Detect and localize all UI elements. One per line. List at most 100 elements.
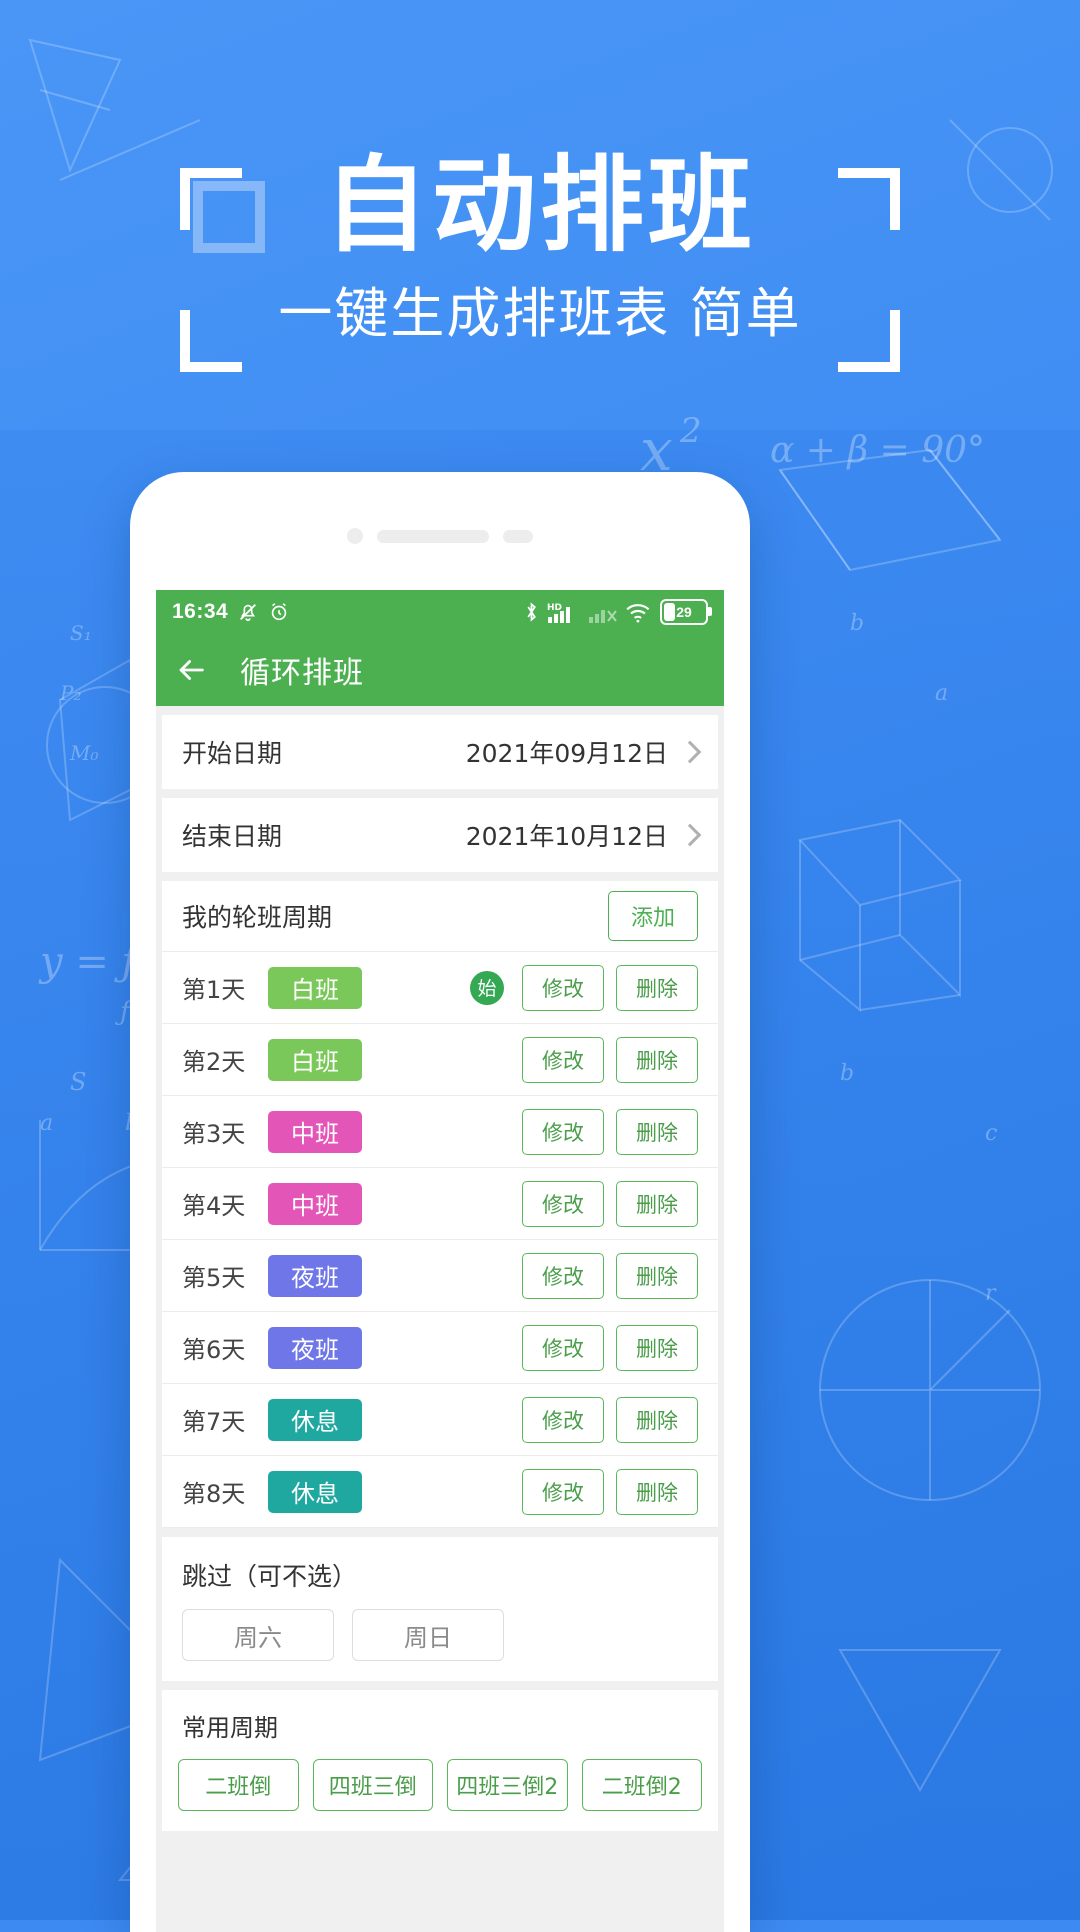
edit-button[interactable]: 修改 <box>522 1252 604 1299</box>
table-row: 第8天 休息 修改 删除 <box>162 1456 718 1528</box>
table-row: 第7天 休息 修改 删除 <box>162 1384 718 1456</box>
delete-button[interactable]: 删除 <box>616 1036 698 1083</box>
end-date-value: 2021年10月12日 <box>465 822 668 851</box>
row-actions: 修改 删除 <box>522 1468 698 1515</box>
row-actions: 修改 删除 <box>522 1324 698 1371</box>
svg-text:a: a <box>935 681 948 706</box>
back-arrow-icon[interactable] <box>174 653 208 687</box>
row-actions: 修改 删除 <box>522 1396 698 1443</box>
app-bar: 循环排班 <box>156 634 724 706</box>
table-row: 第6天 夜班 修改 删除 <box>162 1312 718 1384</box>
common-cycle-button[interactable]: 二班倒2 <box>581 1759 702 1811</box>
svg-text:M₀: M₀ <box>69 741 99 765</box>
edit-button[interactable]: 修改 <box>522 1180 604 1227</box>
cycle-card: 我的轮班周期 添加 第1天 白班始修改 删除 第2天 白班 修改 删除 第3天 中班 修改 删除 第4… <box>162 881 718 1528</box>
common-cycle-button[interactable]: 四班三倒2 <box>447 1759 568 1811</box>
delete-button[interactable]: 删除 <box>616 964 698 1011</box>
status-bar-left: 16:34 <box>172 600 290 624</box>
phone-screen: 16:34 HD 29 循环排班 开始日期 2021年09月12日 结束日期 2… <box>156 590 724 1932</box>
common-options: 二班倒 四班三倒 四班三倒2 二班倒2 <box>162 1743 718 1831</box>
end-date-row[interactable]: 结束日期 2021年10月12日 <box>162 798 718 872</box>
sensor-icon <box>503 529 533 543</box>
table-row: 第1天 白班 始修改 删除 <box>162 952 718 1024</box>
edit-button[interactable]: 修改 <box>522 1036 604 1083</box>
corner-bracket-top-right <box>838 168 900 230</box>
delete-button[interactable]: 删除 <box>616 1108 698 1155</box>
camera-icon <box>347 528 363 544</box>
shift-badge[interactable]: 夜班 <box>268 1326 362 1369</box>
shift-badge[interactable]: 白班 <box>268 966 362 1009</box>
hero-title: 自动排班 <box>323 144 756 266</box>
start-date-value: 2021年09月12日 <box>465 739 668 768</box>
battery-fill <box>664 603 675 621</box>
hd-signal-icon: HD <box>547 601 581 624</box>
shift-badge[interactable]: 休息 <box>268 1398 362 1441</box>
skip-card: 跳过（可不选） 周六 周日 <box>162 1537 718 1681</box>
skip-options: 周六 周日 <box>162 1597 718 1681</box>
common-title: 常用周期 <box>182 1714 278 1742</box>
cycle-title: 我的轮班周期 <box>182 903 333 932</box>
day-label: 第6天 <box>182 1336 246 1364</box>
end-date-card[interactable]: 结束日期 2021年10月12日 <box>162 798 718 872</box>
delete-button[interactable]: 删除 <box>616 1468 698 1515</box>
shift-badge[interactable]: 休息 <box>268 1470 362 1513</box>
mute-icon <box>237 601 259 623</box>
start-date-card[interactable]: 开始日期 2021年09月12日 <box>162 715 718 789</box>
hero-subtitle: 一键生成排班表 简单 <box>278 282 802 345</box>
wifi-icon <box>625 601 653 624</box>
corner-bracket-bottom-left <box>180 310 242 372</box>
edit-button[interactable]: 修改 <box>522 1324 604 1371</box>
end-date-label: 结束日期 <box>182 822 283 851</box>
common-cycle-button[interactable]: 二班倒 <box>178 1759 299 1811</box>
common-cycle-button[interactable]: 四班三倒 <box>312 1759 433 1811</box>
page-title: 循环排班 <box>240 656 364 691</box>
delete-button[interactable]: 删除 <box>616 1180 698 1227</box>
skip-option-button[interactable]: 周日 <box>352 1609 504 1661</box>
shift-badge[interactable]: 夜班 <box>268 1254 362 1297</box>
delete-button[interactable]: 删除 <box>616 1252 698 1299</box>
day-label: 第1天 <box>182 976 246 1004</box>
table-row: 第2天 白班 修改 删除 <box>162 1024 718 1096</box>
start-date-row[interactable]: 开始日期 2021年09月12日 <box>162 715 718 789</box>
table-row: 第3天 中班 修改 删除 <box>162 1096 718 1168</box>
shift-badge[interactable]: 白班 <box>268 1038 362 1081</box>
status-time: 16:34 <box>172 600 229 623</box>
table-row: 第5天 夜班 修改 删除 <box>162 1240 718 1312</box>
corner-bracket-bottom-right <box>838 310 900 372</box>
bluetooth-icon <box>523 601 540 623</box>
delete-button[interactable]: 删除 <box>616 1396 698 1443</box>
shift-badge[interactable]: 中班 <box>268 1110 362 1153</box>
skip-option-button[interactable]: 周六 <box>182 1609 334 1661</box>
edit-button[interactable]: 修改 <box>522 1108 604 1155</box>
common-card: 常用周期 二班倒 四班三倒 四班三倒2 二班倒2 <box>162 1690 718 1831</box>
status-bar-right: HD 29 <box>523 599 712 625</box>
row-actions: 始修改 删除 <box>470 964 698 1011</box>
svg-text:b: b <box>840 1061 854 1086</box>
phone-notch <box>130 528 750 544</box>
day-label: 第4天 <box>182 1192 246 1220</box>
delete-button[interactable]: 删除 <box>616 1324 698 1371</box>
earpiece-speaker <box>377 529 489 543</box>
shift-badge[interactable]: 中班 <box>268 1182 362 1225</box>
edit-button[interactable]: 修改 <box>522 1396 604 1443</box>
day-label: 第7天 <box>182 1408 246 1436</box>
corner-bracket-top-left <box>180 168 242 230</box>
add-button[interactable]: 添加 <box>607 891 698 941</box>
svg-text:S₁: S₁ <box>70 621 92 645</box>
start-marker-badge: 始 <box>470 970 504 1005</box>
svg-text:S: S <box>70 1068 86 1096</box>
chevron-right-icon <box>678 740 702 764</box>
status-bar: 16:34 HD 29 <box>156 590 724 634</box>
edit-button[interactable]: 修改 <box>522 1468 604 1515</box>
svg-text:b: b <box>850 611 864 636</box>
cycle-day-list: 第1天 白班始修改 删除 第2天 白班 修改 删除 第3天 中班 修改 删除 第4天 中班 修改 删除 第5天… <box>162 952 718 1528</box>
svg-text:r: r <box>985 1281 997 1306</box>
svg-text:P₂: P₂ <box>59 681 81 705</box>
row-actions: 修改 删除 <box>522 1108 698 1155</box>
hero-section: 自动排班 一键生成排班表 简单 <box>0 150 1080 346</box>
phone-mockup: 16:34 HD 29 循环排班 开始日期 2021年09月12日 结束日期 2… <box>130 472 750 1932</box>
day-label: 第5天 <box>182 1264 246 1292</box>
skip-title: 跳过（可不选） <box>182 1562 358 1591</box>
edit-button[interactable]: 修改 <box>522 964 604 1011</box>
cycle-header: 我的轮班周期 添加 <box>162 881 718 952</box>
